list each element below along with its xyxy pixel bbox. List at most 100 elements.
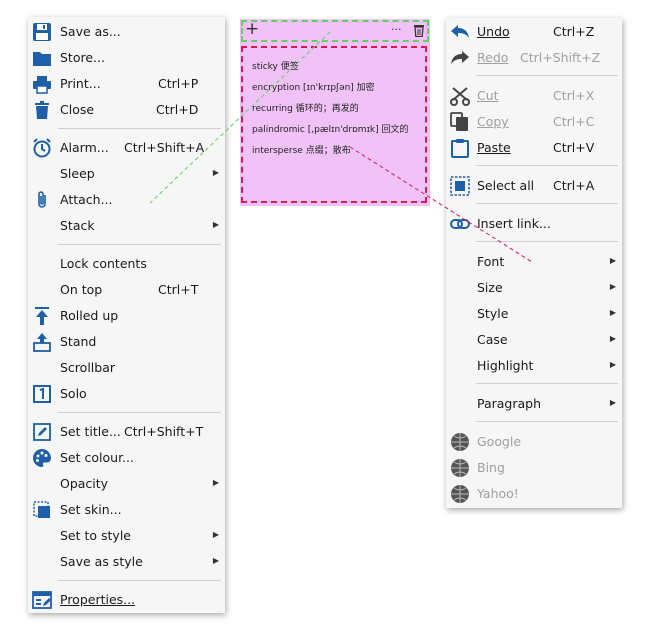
- alarm-clock-icon: [32, 138, 52, 158]
- menu-item-label: Size: [477, 280, 503, 295]
- shortcut-label: Ctrl+A: [553, 178, 595, 193]
- menu-item-set-to-style[interactable]: Set to style ▶: [28, 524, 225, 548]
- menu-item-set-skin[interactable]: Set skin...: [28, 498, 225, 522]
- properties-icon: [32, 590, 52, 610]
- menu-item-cut[interactable]: Cut Ctrl+X: [446, 84, 622, 108]
- menu-item-label: Cut: [477, 88, 499, 103]
- menu-item-save-as-style[interactable]: Save as style ▶: [28, 550, 225, 574]
- menu-item-label: Bing: [477, 460, 505, 475]
- menu-item-print[interactable]: Print... Ctrl+P: [28, 72, 225, 96]
- menu-item-size[interactable]: Size ▶: [446, 276, 622, 300]
- menu-item-store[interactable]: Store...: [28, 46, 225, 70]
- submenu-arrow-icon: ▶: [212, 478, 219, 487]
- edit-context-menu: Undo Ctrl+Z Redo Ctrl+Shift+Z Cut Ctrl+X…: [446, 18, 622, 508]
- submenu-arrow-icon: ▶: [212, 530, 219, 539]
- submenu-arrow-icon: ▶: [609, 334, 616, 343]
- menu-item-label: Redo: [477, 50, 509, 65]
- menu-item-label: Save as...: [60, 24, 121, 39]
- menu-item-label: Opacity: [60, 476, 109, 491]
- menu-item-redo[interactable]: Redo Ctrl+Shift+Z: [446, 46, 622, 70]
- note-context-menu: Save as... Store... Print... Ctrl+P Clos…: [28, 17, 225, 613]
- menu-item-google[interactable]: Google: [446, 430, 622, 454]
- menu-item-set-colour[interactable]: Set colour...: [28, 446, 225, 470]
- sticky-note[interactable]: + ··· sticky 便签 encryption [ɪn'krɪpʃən] …: [240, 19, 430, 206]
- menu-item-lock-contents[interactable]: Lock contents: [28, 252, 225, 276]
- menu-item-copy[interactable]: Copy Ctrl+C: [446, 110, 622, 134]
- globe-icon: [450, 432, 470, 452]
- menu-item-select-all[interactable]: Select all Ctrl+A: [446, 174, 622, 198]
- note-line: sticky 便签: [252, 62, 299, 72]
- menu-item-label: Set colour...: [60, 450, 134, 465]
- menu-item-stack[interactable]: Stack ▶: [28, 214, 225, 238]
- menu-item-case[interactable]: Case ▶: [446, 328, 622, 352]
- menu-item-solo[interactable]: Solo: [28, 382, 225, 406]
- shortcut-label: Ctrl+D: [156, 102, 199, 117]
- menu-item-paste[interactable]: Paste Ctrl+V: [446, 136, 622, 160]
- menu-item-highlight[interactable]: Highlight ▶: [446, 354, 622, 378]
- paperclip-icon: [32, 190, 52, 210]
- undo-icon: [450, 22, 470, 42]
- submenu-arrow-icon: ▶: [609, 282, 616, 291]
- clipboard-icon: [450, 138, 470, 158]
- menu-separator: [58, 580, 221, 581]
- menu-item-opacity[interactable]: Opacity ▶: [28, 472, 225, 496]
- menu-item-label: Attach...: [60, 192, 113, 207]
- menu-item-label: Set skin...: [60, 502, 122, 517]
- menu-item-set-title[interactable]: Set title... Ctrl+Shift+T: [28, 420, 225, 444]
- add-note-button[interactable]: +: [245, 19, 259, 39]
- menu-item-rolled-up[interactable]: Rolled up: [28, 304, 225, 328]
- menu-item-bing[interactable]: Bing: [446, 456, 622, 480]
- menu-item-paragraph[interactable]: Paragraph ▶: [446, 392, 622, 416]
- menu-item-on-top[interactable]: On top Ctrl+T: [28, 278, 225, 302]
- menu-item-attach[interactable]: Attach...: [28, 188, 225, 212]
- note-toolbar: + ···: [241, 19, 429, 42]
- save-icon: [32, 22, 52, 42]
- menu-separator: [58, 412, 221, 413]
- menu-separator: [476, 165, 618, 166]
- menu-item-font[interactable]: Font ▶: [446, 250, 622, 274]
- menu-separator: [58, 244, 221, 245]
- solo-icon: [32, 384, 52, 404]
- menu-item-label: Solo: [60, 386, 87, 401]
- menu-item-undo[interactable]: Undo Ctrl+Z: [446, 20, 622, 44]
- redo-icon: [450, 48, 470, 68]
- roll-up-icon: [32, 306, 52, 326]
- menu-item-insert-link[interactable]: Insert link...: [446, 212, 622, 236]
- menu-item-label: Alarm...: [60, 140, 109, 155]
- shortcut-label: Ctrl+T: [158, 282, 199, 297]
- submenu-arrow-icon: ▶: [609, 308, 616, 317]
- menu-item-alarm[interactable]: Alarm... Ctrl+Shift+A: [28, 136, 225, 160]
- menu-item-label: Undo: [477, 24, 510, 39]
- menu-item-label: On top: [60, 282, 103, 297]
- menu-separator: [476, 383, 618, 384]
- menu-item-properties[interactable]: Properties...: [28, 588, 225, 612]
- note-line: recurring 循环的；再发的: [252, 104, 359, 114]
- note-content[interactable]: sticky 便签 encryption [ɪn'krɪpʃən] 加密 rec…: [241, 46, 427, 203]
- shortcut-label: Ctrl+V: [553, 140, 595, 155]
- trash-icon: [32, 100, 52, 120]
- menu-item-stand[interactable]: Stand: [28, 330, 225, 354]
- note-line: encryption [ɪn'krɪpʃən] 加密: [252, 83, 375, 93]
- menu-item-label: Store...: [60, 50, 105, 65]
- more-options-button[interactable]: ···: [391, 23, 402, 36]
- menu-item-close[interactable]: Close Ctrl+D: [28, 98, 225, 122]
- copy-icon: [450, 112, 470, 132]
- menu-item-save-as[interactable]: Save as...: [28, 20, 225, 44]
- globe-icon: [450, 484, 470, 504]
- delete-note-icon[interactable]: [413, 24, 425, 40]
- menu-item-label: Highlight: [477, 358, 534, 373]
- shortcut-label: Ctrl+Shift+A: [124, 140, 205, 155]
- menu-item-style[interactable]: Style ▶: [446, 302, 622, 326]
- submenu-arrow-icon: ▶: [609, 398, 616, 407]
- menu-item-label: Close: [60, 102, 95, 117]
- menu-separator: [476, 421, 618, 422]
- menu-item-sleep[interactable]: Sleep ▶: [28, 162, 225, 186]
- menu-item-label: Set to style: [60, 528, 131, 543]
- submenu-arrow-icon: ▶: [212, 168, 219, 177]
- menu-item-label: Lock contents: [60, 256, 147, 271]
- menu-item-scrollbar[interactable]: Scrollbar: [28, 356, 225, 380]
- menu-item-yahoo[interactable]: Yahoo!: [446, 482, 622, 506]
- shortcut-label: Ctrl+Z: [553, 24, 595, 39]
- globe-icon: [450, 458, 470, 478]
- shortcut-label: Ctrl+C: [553, 114, 595, 129]
